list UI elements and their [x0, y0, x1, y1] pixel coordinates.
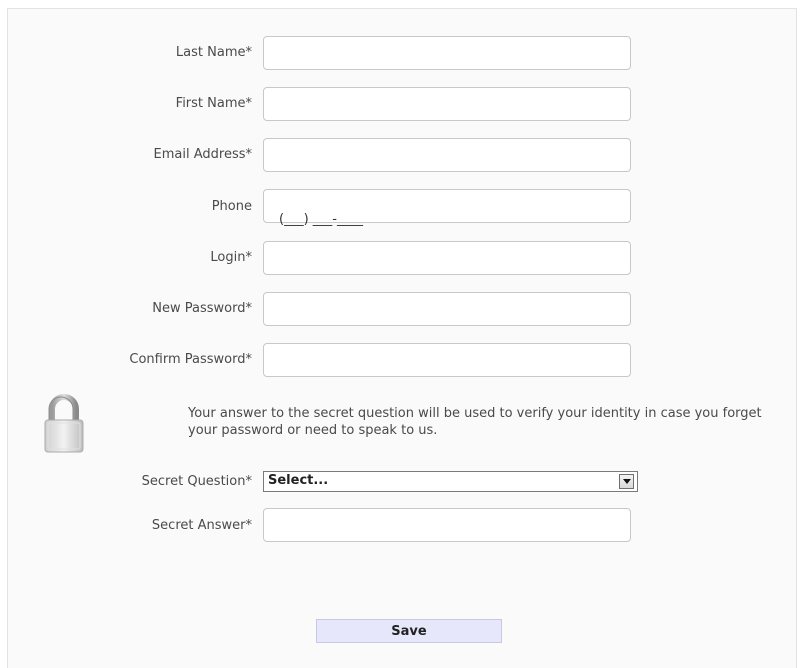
new-password-label: New Password*: [152, 301, 252, 316]
secret-answer-label: Secret Answer*: [151, 518, 252, 533]
phone-input[interactable]: [263, 189, 631, 223]
phone-label: Phone: [211, 199, 252, 214]
new-password-input[interactable]: [263, 292, 631, 326]
secret-question-select[interactable]: Select...: [263, 471, 638, 492]
secret-question-label: Secret Question*: [141, 474, 252, 489]
secret-answer-input[interactable]: [263, 508, 631, 542]
first-name-input[interactable]: [263, 87, 631, 121]
secret-question-info: Your answer to the secret question will …: [188, 406, 762, 438]
login-label: Login*: [210, 250, 252, 265]
chevron-down-icon[interactable]: [619, 474, 634, 489]
last-name-input[interactable]: [263, 36, 631, 70]
confirm-password-input[interactable]: [263, 343, 631, 377]
save-button[interactable]: Save: [316, 619, 502, 643]
email-input[interactable]: [263, 138, 631, 172]
login-input[interactable]: [263, 241, 631, 275]
confirm-password-label: Confirm Password*: [129, 352, 252, 367]
first-name-label: First Name*: [175, 96, 252, 111]
email-label: Email Address*: [153, 147, 252, 162]
lock-icon: [42, 393, 86, 455]
last-name-label: Last Name*: [175, 45, 252, 60]
secret-question-selected: Select...: [268, 473, 329, 488]
